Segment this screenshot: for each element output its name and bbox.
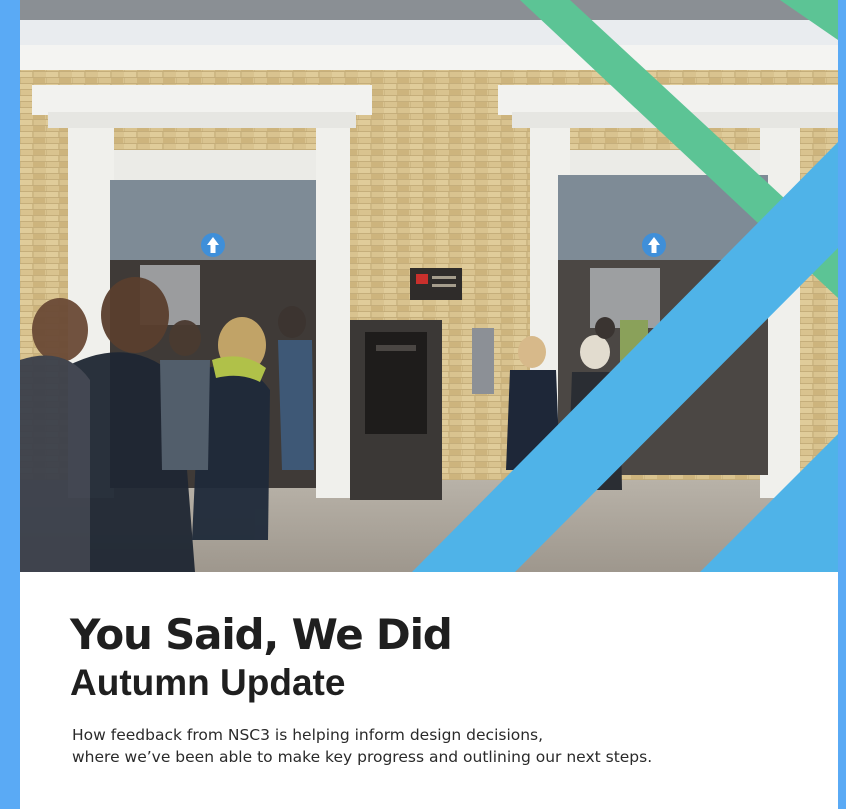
document-title: You Said, We Did: [70, 610, 453, 659]
document-subtitle: Autumn Update: [70, 662, 346, 704]
arrow-up-icon: [642, 233, 666, 257]
document-description: How feedback from NSC3 is helping inform…: [72, 725, 810, 768]
document-page: You Said, We Did Autumn Update How feedb…: [20, 0, 838, 809]
cover-photo: [20, 0, 838, 572]
station-entrance-illustration: [20, 0, 838, 572]
title-block: You Said, We Did Autumn Update How feedb…: [70, 610, 810, 768]
description-line: How feedback from NSC3 is helping inform…: [72, 726, 544, 745]
description-line: where we’ve been able to make key progre…: [72, 747, 653, 766]
arrow-up-icon: [201, 233, 225, 257]
